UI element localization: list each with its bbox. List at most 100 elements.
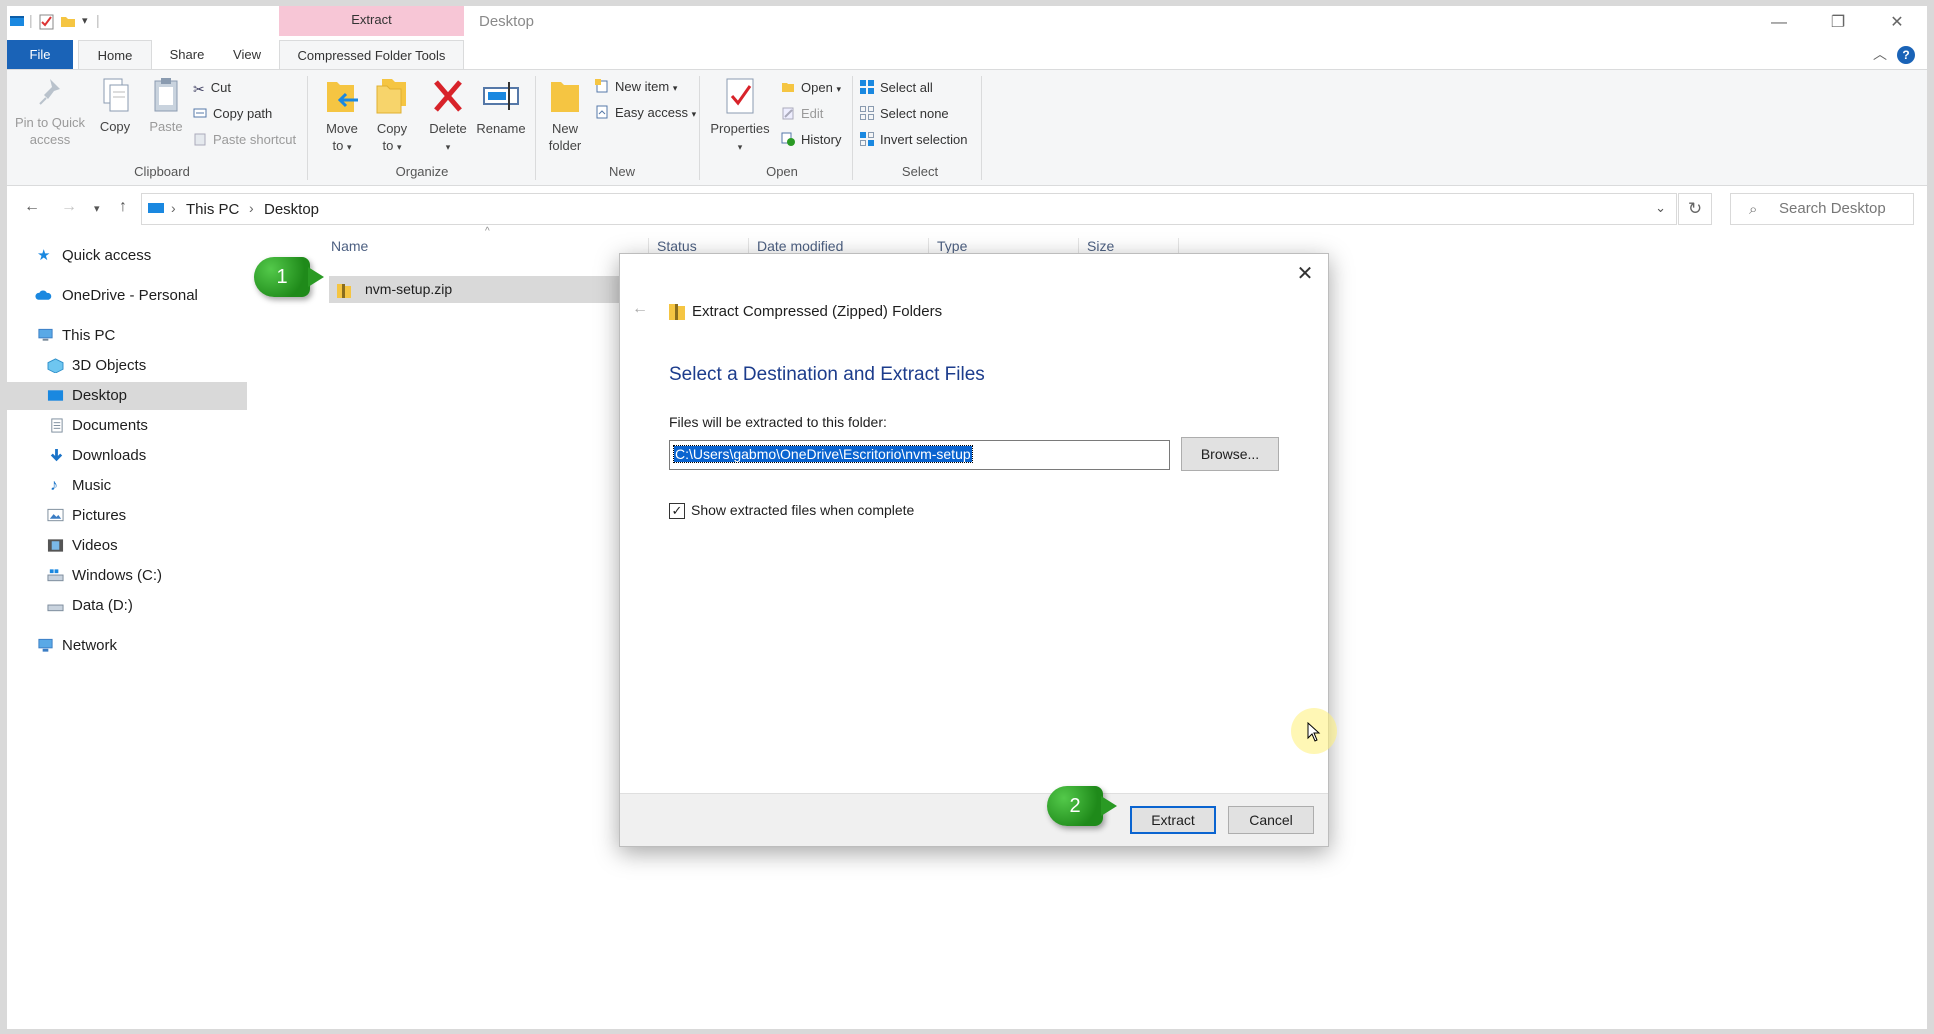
new-folder-big-icon [551,82,579,112]
navigation-pane: ★ Quick access OneDrive - Personal This … [7,232,247,1029]
select-none-button[interactable]: Select none [860,103,949,125]
minimize-ribbon-icon[interactable]: ︿ [1873,44,1887,64]
nav-data-d[interactable]: Data (D:) [7,592,247,620]
file-row[interactable]: nvm-setup.zip [329,276,619,303]
nav-this-pc[interactable]: This PC [7,322,247,350]
cancel-button[interactable]: Cancel [1228,806,1314,834]
address-dropdown-chevron-icon[interactable]: ⌄ [1655,200,1666,216]
edit-button[interactable]: Edit [781,103,823,125]
nav-windows-c[interactable]: Windows (C:) [7,562,247,590]
recent-locations-chevron-icon[interactable]: ▾ [94,202,100,215]
properties-button[interactable]: Properties ▾ [705,76,775,156]
nav-network[interactable]: Network [7,632,247,660]
pin-label-2: access [29,132,71,147]
refresh-button[interactable]: ↻ [1678,193,1712,225]
customize-qa-chevron-icon[interactable]: ▾ [82,14,88,27]
new-folder-label-1: New [551,121,578,136]
show-files-label[interactable]: Show extracted files when complete [691,502,914,518]
help-icon[interactable]: ? [1897,46,1915,64]
sort-ascending-caret-icon: ^ [485,226,490,237]
nav-onedrive-label: OneDrive - Personal [62,287,198,304]
destination-label: Files will be extracted to this folder: [669,414,887,430]
search-box[interactable]: ⌕ Search Desktop [1730,193,1914,225]
nav-videos[interactable]: Videos [7,532,247,560]
explorer-window-icon [10,16,24,26]
nav-music[interactable]: ♪ Music [7,472,247,500]
rename-button[interactable]: Rename [473,76,529,137]
open-button[interactable]: Open ▾ [781,77,841,99]
tab-share[interactable]: Share [157,40,217,70]
delete-x-icon [434,80,462,112]
close-window-button[interactable]: ✕ [1874,8,1920,38]
column-type[interactable]: Type [937,238,967,254]
back-arrow-icon[interactable]: ← [24,198,40,216]
select-group-label: Select [901,164,939,179]
move-to-label-1: Move [326,121,358,136]
paste-shortcut-button[interactable]: Paste shortcut [193,129,296,151]
nav-desktop-label: Desktop [72,387,128,404]
browse-button[interactable]: Browse... [1181,437,1279,471]
breadcrumb-this-pc[interactable]: This PC [186,201,239,218]
ribbon-separator [699,76,700,180]
breadcrumb-desktop[interactable]: Desktop [264,201,319,218]
new-folder-button[interactable]: New folder [541,76,589,154]
desktop-icon [47,390,64,401]
easy-access-icon [596,105,608,119]
forward-arrow-icon[interactable]: → [61,198,77,216]
film-strip-icon [47,539,64,552]
new-folder-icon[interactable] [60,14,76,28]
nav-desktop[interactable]: Desktop [7,382,247,410]
nav-downloads[interactable]: Downloads [7,442,247,470]
rename-label: Rename [476,121,526,136]
history-label: History [801,132,842,147]
column-status[interactable]: Status [657,238,697,254]
extract-button[interactable]: Extract [1130,806,1216,834]
nav-quick-access[interactable]: ★ Quick access [7,242,247,270]
copy-to-button[interactable]: Copy to ▾ [367,76,417,156]
document-icon [51,418,63,433]
destination-path-value: C:\Users\gabmo\OneDrive\Escritorio\nvm-s… [673,445,973,463]
pictures-icon [47,508,64,522]
restore-button[interactable]: ❐ [1815,8,1861,38]
nav-3d-objects[interactable]: 3D Objects [7,352,247,380]
show-files-checkbox[interactable]: ✓ [669,503,685,519]
copy-to-label-2: to [382,138,394,153]
tab-file[interactable]: File [7,40,73,70]
move-to-button[interactable]: Move to ▾ [315,76,369,156]
easy-access-button[interactable]: Easy access ▾ [595,102,696,124]
select-none-label: Select none [880,106,949,121]
history-button[interactable]: History [781,129,841,151]
column-name[interactable]: Name [331,238,368,254]
destination-path-input[interactable]: C:\Users\gabmo\OneDrive\Escritorio\nvm-s… [669,440,1170,470]
properties-label: Properties [710,121,770,136]
tab-compressed-folder-tools[interactable]: Compressed Folder Tools [279,40,464,70]
tab-home[interactable]: Home [78,40,152,70]
invert-selection-button[interactable]: Invert selection [860,129,967,151]
tab-view[interactable]: View [222,40,272,70]
select-all-label: Select all [880,80,933,95]
zip-folder-icon [337,284,351,298]
copy-button[interactable]: Copy [95,76,135,135]
breadcrumb-separator-icon: › [171,200,176,216]
column-size[interactable]: Size [1087,238,1114,254]
nav-pictures[interactable]: Pictures [7,502,247,530]
delete-button[interactable]: Delete ▾ [425,76,471,156]
minimize-button[interactable]: — [1756,8,1802,38]
properties-checkmark-icon[interactable] [39,14,55,30]
select-all-button[interactable]: Select all [860,77,933,99]
nav-onedrive[interactable]: OneDrive - Personal [7,282,247,310]
cut-button[interactable]: ✂ Cut [193,77,231,99]
copy-path-button[interactable]: Copy path [193,103,272,125]
new-item-button[interactable]: New item ▾ [595,76,677,98]
address-bar[interactable]: › This PC › Desktop ⌄ [141,193,1677,225]
nav-documents[interactable]: Documents [7,412,247,440]
dialog-close-button[interactable]: ✕ [1292,262,1318,288]
column-date-modified[interactable]: Date modified [757,238,843,254]
dialog-back-arrow-icon[interactable]: ← [632,300,648,318]
this-pc-monitor-icon [148,203,164,213]
paste-button[interactable]: Paste [143,76,189,135]
pin-label-1: Pin to Quick [14,115,86,130]
up-arrow-icon[interactable]: ↑ [119,198,127,216]
pin-to-quick-access-button[interactable]: Pin to Quick access [13,76,87,148]
navigation-bar: ← → ▾ ↑ › This PC › Desktop ⌄ ↻ ⌕ Search… [7,186,1927,232]
